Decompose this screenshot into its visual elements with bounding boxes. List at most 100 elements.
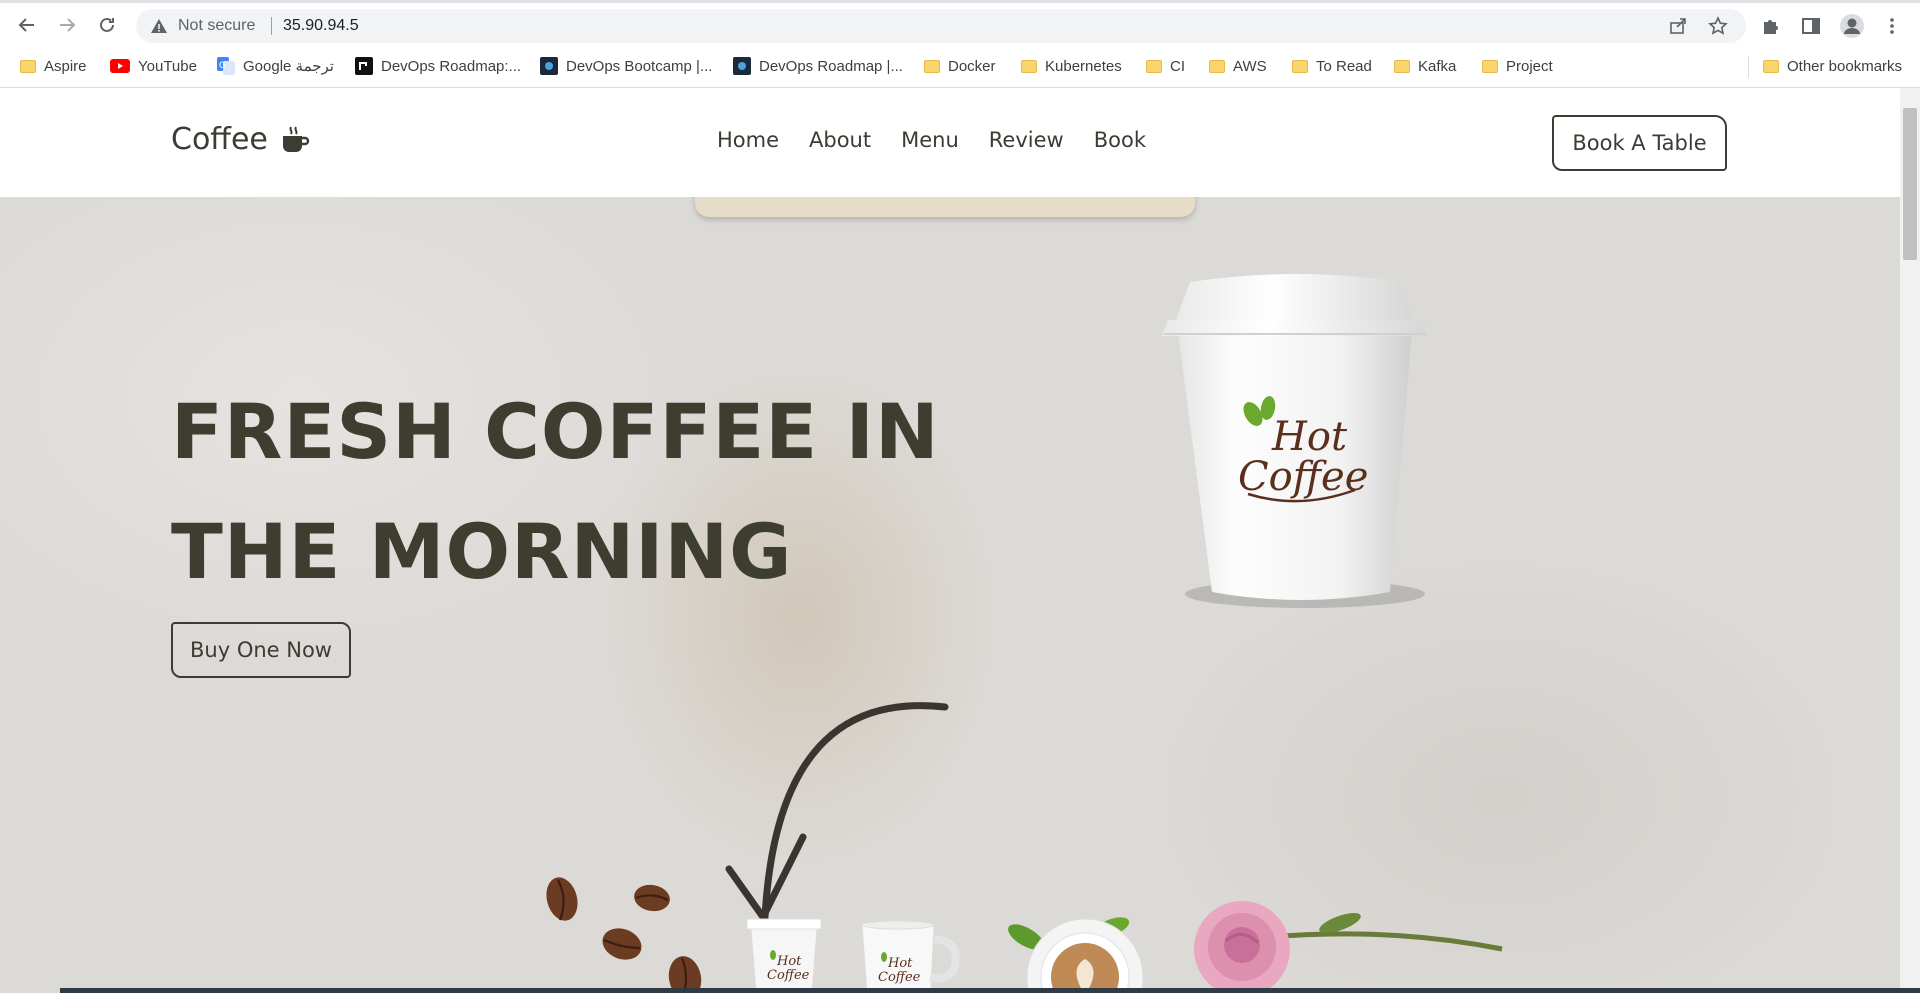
pink-rose-image [1194,901,1503,993]
bookmark-docker[interactable]: Docker [924,55,996,77]
bookmark-google-translate[interactable]: G Google ترجمة [217,55,334,77]
reload-button[interactable] [92,10,122,40]
folder-icon [1292,59,1308,73]
bookmark-to-read[interactable]: To Read [1292,55,1372,77]
browser-menu-button[interactable] [1878,12,1906,40]
folder-icon [1763,59,1779,73]
bookmark-aspire[interactable]: Aspire [20,55,87,77]
extensions-button[interactable] [1757,12,1785,40]
hero-title-line2: THE MORNING [171,507,793,596]
small-paper-cup-image: Hot Coffee [746,918,822,993]
nav-review[interactable]: Review [989,128,1064,152]
nav-menu[interactable]: Menu [901,128,959,152]
bookmarks-bar: Aspire YouTube G Google ترجمة DevOps Roa… [0,50,1920,82]
coffee-cup-icon [282,125,310,152]
folder-icon [1394,59,1410,73]
bookmark-devops-roadmap-1[interactable]: DevOps Roadmap:... [355,55,521,77]
bootcamp-icon [733,57,751,75]
bookmark-label: AWS [1233,57,1267,75]
bootcamp-icon [540,57,558,75]
forward-button[interactable] [52,10,82,40]
logo-text: Coffee [171,122,268,157]
warning-icon [151,19,167,33]
hero-section: FRESH COFFEE IN THE MORNING Buy One Now [0,187,1900,993]
bookmark-label: DevOps Bootcamp |... [566,57,713,75]
roadmap-icon [355,57,373,75]
page-scrollbar[interactable] [1900,88,1920,993]
coffee-mug-image: Hot Coffee [861,920,960,993]
side-panel-icon [1802,18,1820,34]
puzzle-icon [1764,20,1778,34]
folder-icon [1021,59,1037,73]
browser-toolbar: Not secure 35.90.94.5 [0,6,1920,44]
back-button[interactable] [12,10,42,40]
bookmark-devops-roadmap-2[interactable]: DevOps Roadmap |... [733,55,903,77]
bookmark-ci[interactable]: CI [1146,55,1185,77]
more-vert-icon [1890,18,1894,34]
svg-text:Coffee: Coffee [878,970,921,985]
bookmark-aws[interactable]: AWS [1209,55,1267,77]
folder-icon [20,59,36,73]
bookmark-label: Docker [948,57,996,75]
bookmark-label: DevOps Roadmap |... [759,57,903,75]
bookmark-label: Kafka [1418,57,1457,75]
bookmarks-separator [1748,56,1749,78]
hot-coffee-cup-image: Hot Coffee [1162,274,1428,608]
browser-chrome: Not secure 35.90.94.5 Aspire YouTube G G… [0,0,1920,88]
buy-one-now-button[interactable]: Buy One Now [171,622,351,678]
bookmark-label: CI [1170,57,1185,75]
arrow-right-icon [60,18,76,32]
web-page: Coffee Home About Menu Review Book Book … [0,88,1900,993]
url-text[interactable]: 35.90.94.5 [283,17,359,35]
nav-home[interactable]: Home [717,128,779,152]
book-a-table-button[interactable]: Book A Table [1552,115,1727,171]
bookmark-label: Project [1506,57,1553,75]
site-header: Coffee Home About Menu Review Book Book … [0,88,1900,197]
youtube-icon [110,59,130,73]
nav-about[interactable]: About [809,128,871,152]
bookmark-kafka[interactable]: Kafka [1394,55,1456,77]
bottom-status-bar [60,988,1920,993]
avatar-icon [1840,14,1864,38]
site-logo[interactable]: Coffee [171,122,310,157]
bookmark-label: Other bookmarks [1787,57,1903,75]
coffee-beans-image [546,877,702,993]
bookmark-label: Google ترجمة [243,58,334,75]
tab-strip [0,0,1920,3]
google-translate-icon: G [217,57,235,75]
svg-text:G: G [219,61,226,71]
bookmark-star-button[interactable] [1706,14,1730,38]
bookmark-youtube[interactable]: YouTube [110,55,197,77]
bookmark-label: YouTube [138,57,197,75]
latte-cup-image [1008,917,1144,993]
folder-icon [1209,59,1225,73]
share-button[interactable] [1666,14,1690,38]
hero-title: FRESH COFFEE IN THE MORNING [171,372,940,612]
bookmark-label: Kubernetes [1045,57,1122,75]
bookmark-project[interactable]: Project [1482,55,1553,77]
folder-icon [924,59,940,73]
profile-button[interactable] [1838,12,1866,40]
share-icon [1670,18,1686,34]
bookmark-kubernetes[interactable]: Kubernetes [1021,55,1122,77]
svg-text:Coffee: Coffee [767,968,810,983]
bookmark-label: Aspire [44,57,87,75]
bookmark-devops-bootcamp[interactable]: DevOps Bootcamp |... [540,55,712,77]
hero-title-line1: FRESH COFFEE IN [171,387,940,476]
address-bar[interactable]: Not secure 35.90.94.5 [136,9,1746,43]
arrow-left-icon [18,18,34,32]
main-nav: Home About Menu Review Book [717,128,1146,152]
reload-icon [100,17,114,32]
star-icon [1708,16,1728,35]
curved-arrow-icon [725,702,949,921]
bookmark-label: To Read [1316,57,1372,75]
side-panel-button[interactable] [1797,12,1825,40]
bookmark-label: DevOps Roadmap:... [381,57,522,75]
svg-text:Hot: Hot [776,954,802,969]
svg-text:Hot: Hot [887,956,913,971]
nav-book[interactable]: Book [1094,128,1146,152]
scrollbar-thumb[interactable] [1903,108,1917,260]
address-separator [271,17,272,35]
not-secure-label[interactable]: Not secure [178,17,255,35]
bookmark-other[interactable]: Other bookmarks [1763,55,1902,77]
